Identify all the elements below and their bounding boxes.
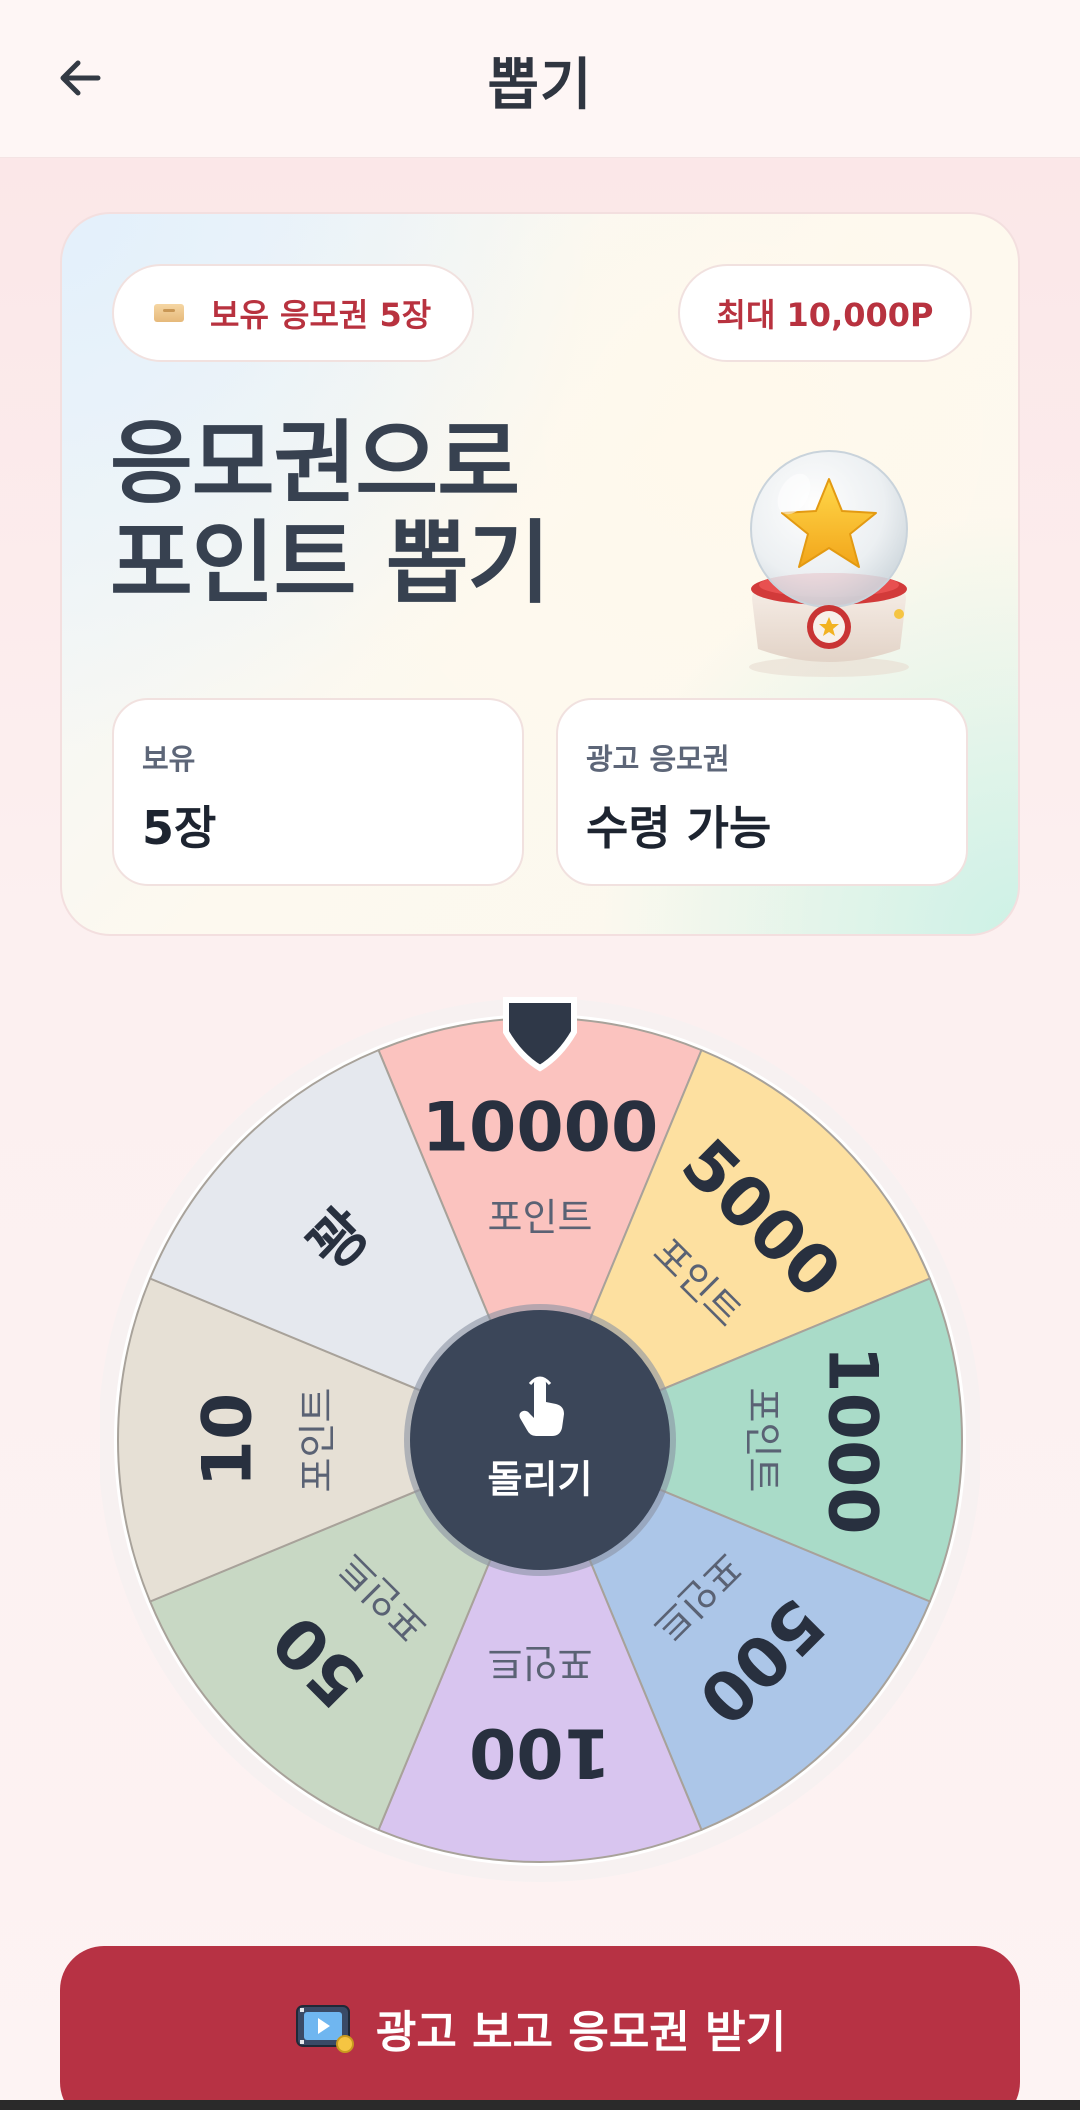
max-points-pill: 최대 10,000P bbox=[678, 264, 972, 362]
wheel-value-label: 100 bbox=[469, 1712, 611, 1791]
ad-ticket-value: 수령 가능 bbox=[586, 801, 772, 855]
owned-tickets-value: 5장 bbox=[142, 801, 217, 855]
wheel-value-label: 1000 bbox=[812, 1345, 891, 1534]
watch-ad-label: 광고 보고 응모권 받기 bbox=[375, 2007, 787, 2058]
wheel-label-group: 100 포인트 bbox=[469, 1641, 611, 1792]
page-title: 뽑기 bbox=[487, 53, 593, 118]
ticket-count-label: 보유 응모권 5장 bbox=[210, 296, 432, 334]
wheel-unit-label: 포인트 bbox=[488, 1641, 593, 1685]
spin-button-label: 돌리기 bbox=[488, 1458, 593, 1502]
system-nav-bar bbox=[0, 2100, 1080, 2110]
ticket-count-pill: 보유 응모권 5장 bbox=[112, 264, 474, 362]
wheel-value-label: 10000 bbox=[422, 1089, 659, 1168]
hero-title-line-2: 포인트 뽑기 bbox=[110, 511, 550, 616]
spin-button-face bbox=[410, 1310, 670, 1570]
hero-card: 보유 응모권 5장 최대 10,000P 응모권으로 포인트 뽑기 보유 5장 … bbox=[60, 212, 1020, 936]
watch-ad-button[interactable]: 광고 보고 응모권 받기 bbox=[60, 1946, 1020, 2110]
owned-tickets-box: 보유 5장 bbox=[112, 698, 524, 886]
wheel-unit-label: 포인트 bbox=[741, 1388, 785, 1493]
owned-tickets-label: 보유 bbox=[142, 742, 196, 776]
video-ad-icon bbox=[295, 2005, 354, 2053]
wheel-unit-label: 포인트 bbox=[296, 1388, 340, 1493]
hero-title-line-1: 응모권으로 bbox=[110, 411, 520, 516]
spin-button[interactable]: 돌리기 bbox=[404, 1304, 676, 1576]
ad-ticket-box: 광고 응모권 수령 가능 bbox=[556, 698, 968, 886]
wheel-value-label: 10 bbox=[189, 1393, 268, 1488]
hero-title: 응모권으로 포인트 뽑기 bbox=[110, 411, 550, 616]
wheel-label-group: 10 포인트 bbox=[189, 1388, 340, 1493]
app-bar: 뽑기 bbox=[0, 0, 1080, 158]
ticket-icon bbox=[154, 304, 184, 322]
ad-ticket-label: 광고 응모권 bbox=[586, 742, 730, 776]
wheel-unit-label: 포인트 bbox=[488, 1196, 593, 1240]
prize-wheel: 10000 포인트 5000 포인트 1000 포인트 500 포인트 100 포인트 50 포인트 1… bbox=[98, 990, 982, 1890]
max-points-label: 최대 10,000P bbox=[716, 296, 934, 334]
star-globe-icon bbox=[734, 449, 924, 679]
